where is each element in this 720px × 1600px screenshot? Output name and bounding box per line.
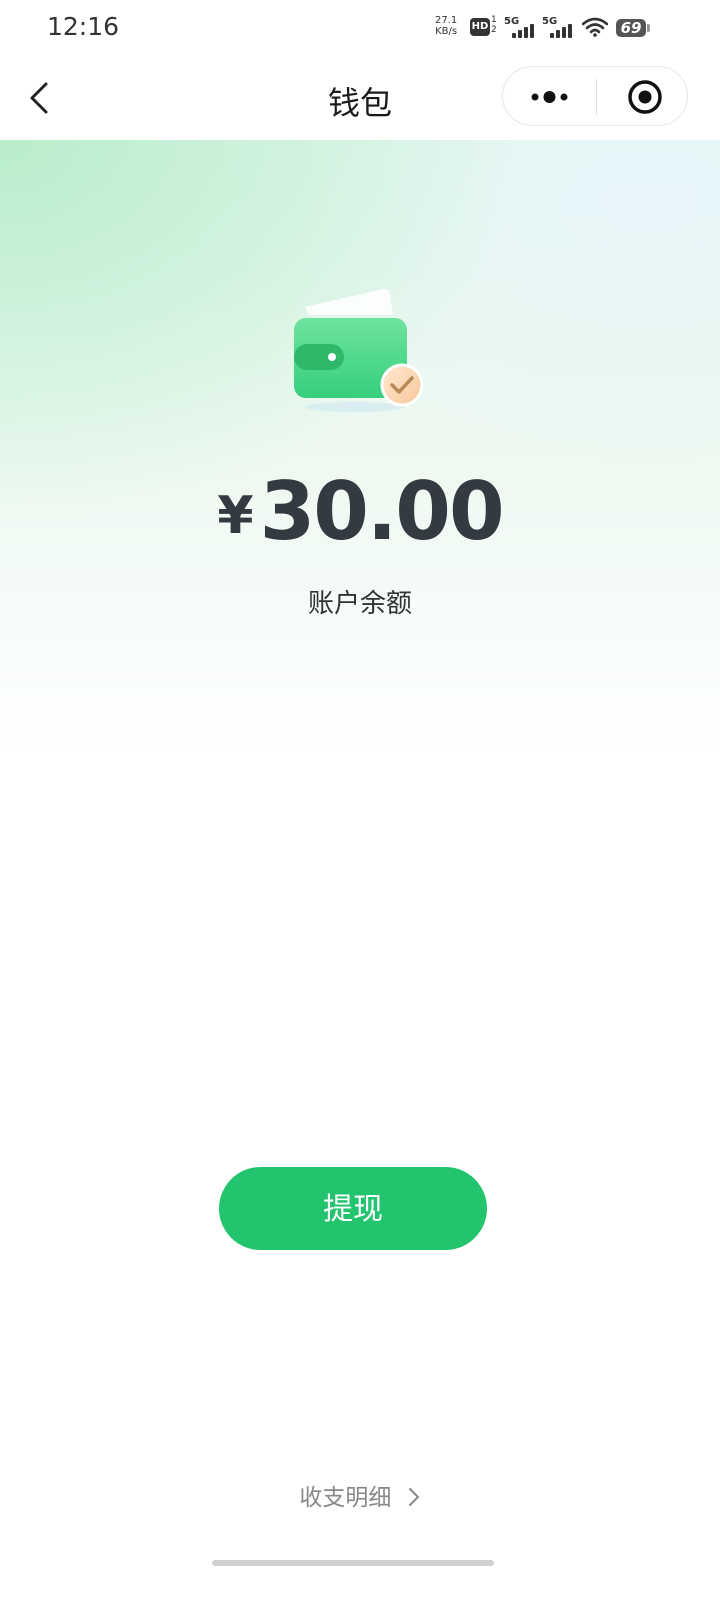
mini-program-capsule <box>502 66 688 126</box>
status-bar: 12:16 27.1 KB/s HD 1 2 5G 5G 69 <box>0 0 720 56</box>
sim-slots: 1 2 <box>491 15 497 35</box>
network-speed-unit: KB/s <box>435 26 458 37</box>
battery-icon: 69 <box>616 19 650 37</box>
wallet-check-icon <box>294 288 424 412</box>
details-label: 收支明细 <box>299 1485 392 1511</box>
target-circle-icon <box>628 80 662 114</box>
network-type-label: 5G <box>504 16 520 27</box>
signal-strength-icon: 5G <box>504 16 536 38</box>
balance-amount: ¥30.00 <box>0 465 720 558</box>
close-button[interactable] <box>597 67 689 127</box>
withdraw-button[interactable]: 提现 <box>219 1167 487 1250</box>
hd-icon: HD <box>470 18 490 36</box>
more-button[interactable] <box>503 67 596 127</box>
network-type-label: 5G <box>542 16 558 27</box>
home-indicator[interactable] <box>212 1560 494 1566</box>
nav-bar: 钱包 <box>0 56 720 140</box>
network-speed: 27.1 KB/s <box>435 15 457 37</box>
signal-strength-icon: 5G <box>542 16 574 38</box>
transaction-details-link[interactable]: 收支明细 <box>0 1478 720 1512</box>
balance-label: 账户余额 <box>307 589 412 619</box>
currency-symbol: ¥ <box>217 486 254 546</box>
status-time: 12:16 <box>47 12 120 41</box>
wifi-icon <box>582 17 608 37</box>
balance-card: ¥30.00 账户余额 <box>0 140 720 760</box>
amount-value: 30.00 <box>259 465 505 558</box>
more-dots-icon <box>531 91 568 103</box>
network-speed-value: 27.1 <box>435 15 458 26</box>
chevron-right-icon <box>408 1488 419 1506</box>
